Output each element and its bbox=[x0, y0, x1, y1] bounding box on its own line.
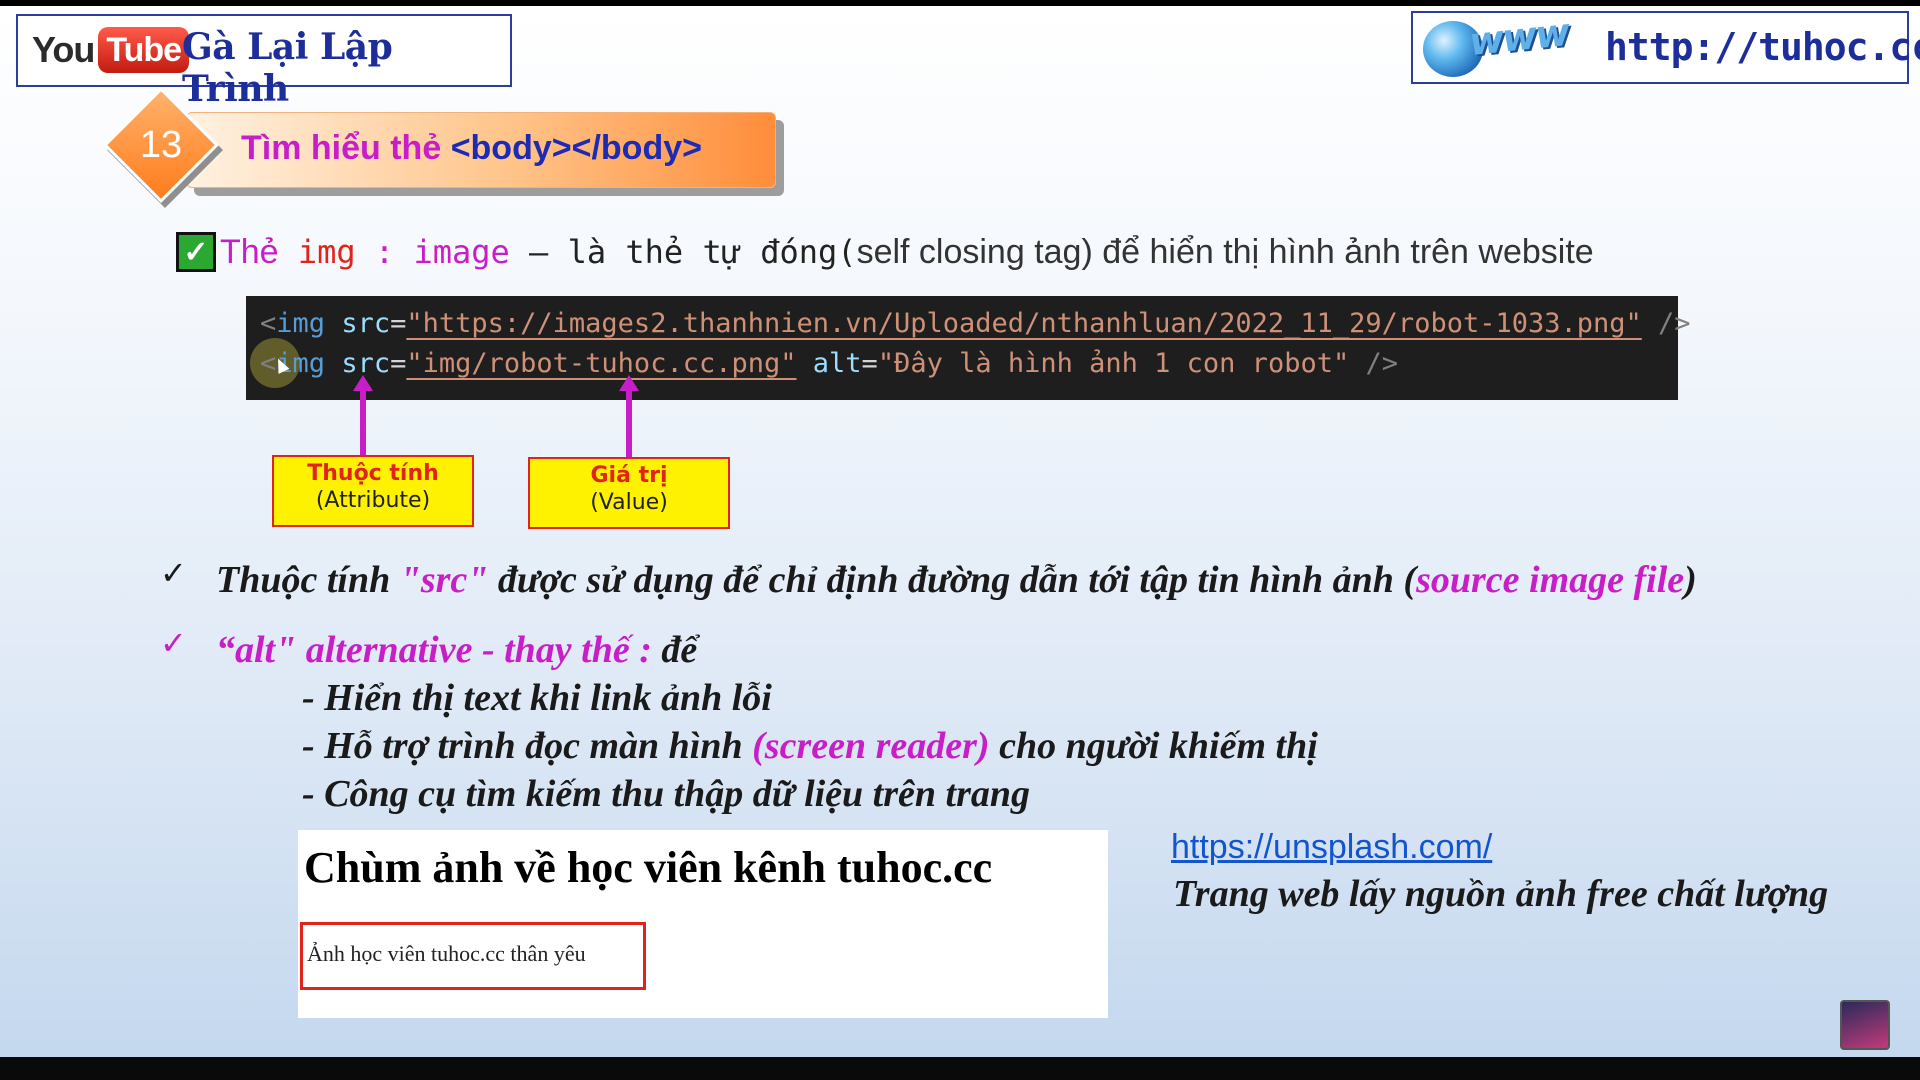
unsplash-link[interactable]: https://unsplash.com/ bbox=[1171, 828, 1492, 867]
channel-avatar[interactable] bbox=[1840, 1000, 1890, 1050]
slide: You Tube Gà Lại Lập Trình www http://tuh… bbox=[0, 6, 1920, 1057]
attribute-label: Thuộc tính (Attribute) bbox=[272, 455, 474, 527]
broken-image-alt-box: Ảnh học viên tuhoc.cc thân yêu bbox=[300, 922, 646, 990]
code-eq: = bbox=[861, 348, 878, 379]
value-label-bottom: (Value) bbox=[590, 490, 668, 515]
bullet-alt-a: “alt" alternative - thay thế : bbox=[216, 629, 662, 671]
checkmark-icon: ✓ bbox=[160, 624, 187, 662]
code-punc: < bbox=[260, 308, 277, 339]
code-eq: = bbox=[390, 308, 407, 339]
video-bottom-bar bbox=[0, 1057, 1920, 1080]
youtube-channel-banner[interactable]: You Tube Gà Lại Lập Trình bbox=[16, 14, 512, 110]
unsplash-description: Trang web lấy nguồn ảnh free chất lượng bbox=[1173, 873, 1829, 915]
attribute-label-bottom: (Attribute) bbox=[315, 488, 431, 513]
bullet-src-d: source image file bbox=[1416, 559, 1685, 601]
bullet-sub2-a: - Hỗ trợ trình đọc màn hình bbox=[302, 725, 753, 767]
code-block: <img src="https://images2.thanhnien.vn/U… bbox=[246, 296, 1691, 400]
channel-name: Gà Lại Lập Trình bbox=[182, 26, 393, 110]
lesson-title-prefix: Tìm hiểu thẻ bbox=[241, 129, 451, 167]
statement-img: img bbox=[297, 232, 356, 271]
code-punc: /> bbox=[1349, 348, 1398, 379]
site-url: http://tuhoc.cc bbox=[1605, 25, 1920, 69]
img-tag-statement: ✓ Thẻ img : image – là thẻ tự đóng(self … bbox=[176, 232, 1594, 272]
code-eq: = bbox=[390, 348, 407, 379]
broken-image-alt-text: Ảnh học viên tuhoc.cc thân yêu bbox=[307, 941, 586, 966]
code-punc: /> bbox=[1641, 308, 1691, 339]
website-banner[interactable]: www http://tuhoc.cc bbox=[1411, 9, 1920, 84]
statement-image: image bbox=[413, 232, 510, 271]
code-string-src: "img/robot-tuhoc.cc.png" bbox=[406, 348, 797, 379]
statement-rest: self closing tag) để hiển thị hình ảnh t… bbox=[856, 232, 1594, 271]
bullet-alt-sub-3: - Công cụ tìm kiếm thu thập dữ liệu trên… bbox=[302, 773, 1031, 815]
lesson-title-tag: <body></body> bbox=[450, 129, 702, 167]
code-string: "https://images2.thanhnien.vn/Uploaded/n… bbox=[406, 308, 1642, 339]
bullet-sub2-b: (screen reader) bbox=[752, 725, 990, 767]
checkbox-checked-icon: ✓ bbox=[176, 232, 216, 272]
code-line-2: <img src="img/robot-tuhoc.cc.png" alt="Đ… bbox=[260, 348, 1398, 379]
lesson-title: Tìm hiểu thẻ <body></body> bbox=[241, 129, 702, 168]
code-attr-alt: alt bbox=[812, 348, 862, 379]
bullet-src: Thuộc tính "src" được sử dụng để chỉ địn… bbox=[216, 558, 1697, 602]
code-attr: src bbox=[341, 308, 391, 339]
lesson-title-bar: Tìm hiểu thẻ <body></body> bbox=[186, 112, 776, 188]
lesson-number: 13 bbox=[139, 123, 183, 166]
www-mark: www bbox=[1466, 9, 1571, 65]
attribute-label-top: Thuộc tính bbox=[307, 461, 439, 486]
preview-heading: Chùm ảnh về học viên kênh tuhoc.cc bbox=[304, 843, 993, 892]
youtube-logo-you: You bbox=[32, 29, 95, 70]
youtube-logo-tube: Tube bbox=[98, 27, 190, 73]
arrow-up-value bbox=[619, 375, 639, 459]
bullet-alt-sub-2: - Hỗ trợ trình đọc màn hình (screen read… bbox=[302, 724, 1318, 768]
statement-the: Thẻ bbox=[220, 232, 279, 271]
code-tag: img bbox=[276, 308, 326, 339]
statement-code-part: Thẻ img : image – là thẻ tự đóng( bbox=[220, 233, 857, 272]
value-label-top: Giá trị bbox=[590, 463, 668, 488]
statement-sep: : bbox=[374, 232, 395, 271]
bullet-alt-sub-1: - Hiển thị text khi link ảnh lỗi bbox=[302, 677, 772, 719]
checkmark-icon: ✓ bbox=[160, 554, 187, 592]
browser-preview: Chùm ảnh về học viên kênh tuhoc.cc Ảnh h… bbox=[298, 830, 1108, 1018]
bullet-src-e: ) bbox=[1684, 559, 1697, 601]
bullet-src-a: Thuộc tính bbox=[216, 559, 400, 601]
bullet-src-c: được sử dụng để chỉ định đường dẫn tới t… bbox=[488, 559, 1417, 601]
code-line-1: <img src="https://images2.thanhnien.vn/U… bbox=[260, 308, 1691, 339]
bullet-alt: “alt" alternative - thay thế : để bbox=[216, 628, 697, 672]
code-string-alt: "Đây là hình ảnh 1 con robot" bbox=[877, 348, 1350, 379]
arrow-up-attribute bbox=[353, 375, 373, 457]
statement-dash-desc: – là thẻ tự đóng( bbox=[509, 232, 857, 271]
bullet-alt-b: để bbox=[661, 629, 698, 671]
youtube-logo: You Tube bbox=[32, 27, 190, 73]
value-label: Giá trị (Value) bbox=[528, 457, 730, 529]
bullet-src-b: "src" bbox=[399, 559, 489, 601]
bullet-sub2-c: cho người khiếm thị bbox=[989, 725, 1318, 767]
